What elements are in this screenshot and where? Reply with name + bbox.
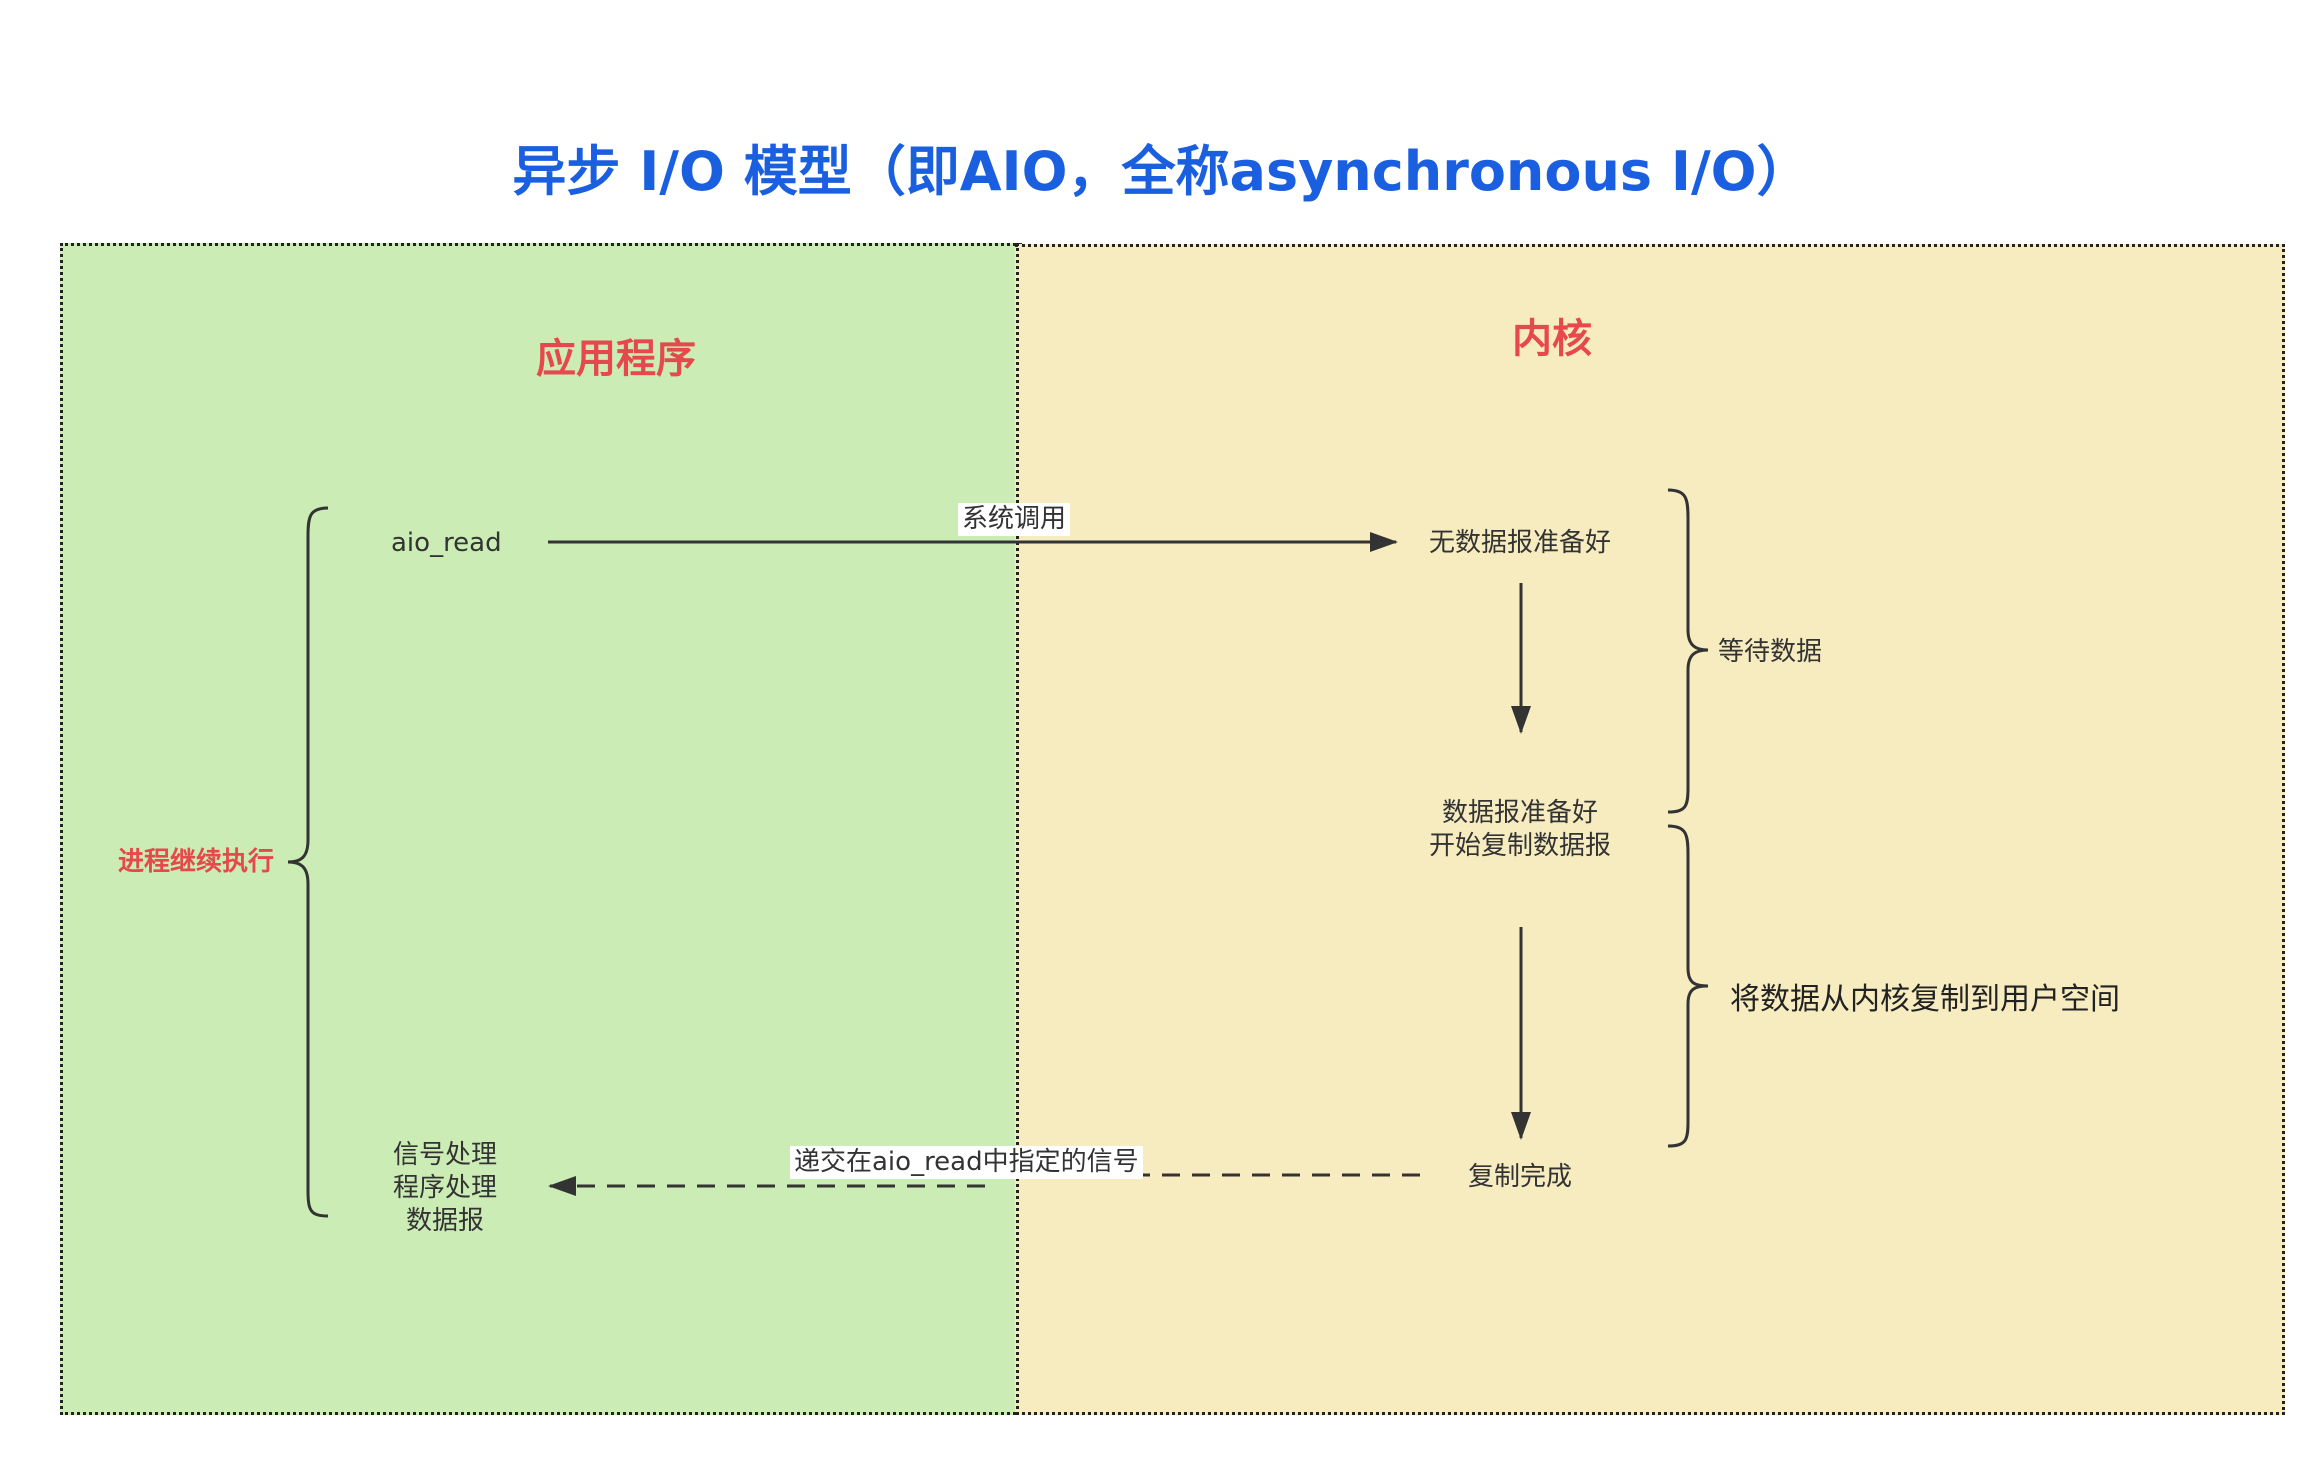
diagram-arrows	[287, 488, 1709, 1218]
ready-line-2: 开始复制数据报	[1428, 831, 1611, 861]
syscall-label: 系统调用	[958, 503, 1071, 536]
copy-brace	[1667, 824, 1709, 1148]
ready-line-1: 数据报准备好	[1441, 798, 1598, 828]
signal-handler-label: 信号处理 程序处理 数据报	[380, 1139, 510, 1238]
copy-to-user-label: 将数据从内核复制到用户空间	[1730, 982, 2120, 1017]
handler-line-2: 程序处理	[392, 1173, 497, 1203]
signal-label: 递交在aio_read中指定的信号	[790, 1146, 1143, 1179]
handler-line-1: 信号处理	[392, 1140, 497, 1170]
aio-read-label: aio_read	[391, 528, 502, 558]
wait-data-label: 等待数据	[1718, 637, 1823, 667]
handler-line-3: 数据报	[405, 1206, 484, 1236]
process-brace	[287, 506, 329, 1218]
datagram-ready-label: 数据报准备好 开始复制数据报	[1420, 797, 1620, 863]
no-datagram-label: 无数据报准备好	[1428, 528, 1611, 558]
copy-done-label: 复制完成	[1467, 1162, 1572, 1192]
wait-brace	[1667, 488, 1709, 814]
process-continues-label: 进程继续执行	[118, 847, 275, 877]
